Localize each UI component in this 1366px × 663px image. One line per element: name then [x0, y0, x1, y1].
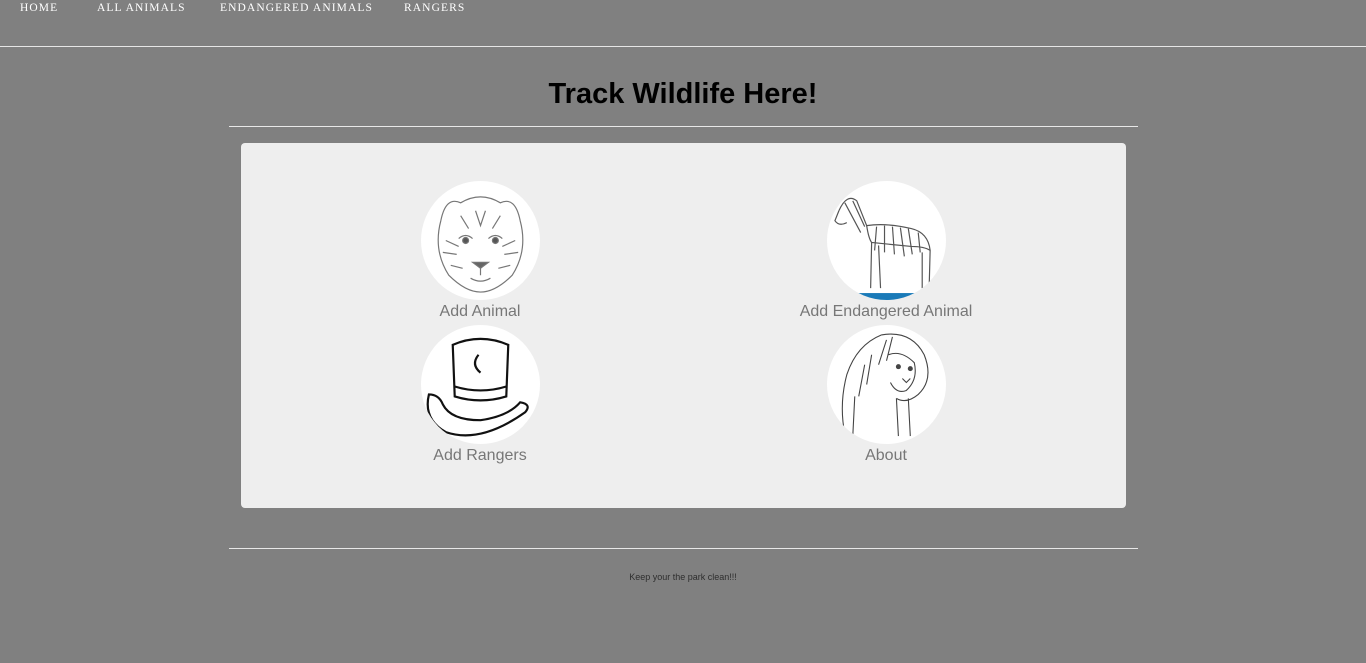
about-tile[interactable]: About: [736, 325, 1036, 465]
tiles-panel: Add Animal Add Endangered Animal Add Ran…: [241, 143, 1126, 508]
add-rangers-tile[interactable]: Add Rangers: [330, 325, 630, 465]
add-animal-label[interactable]: Add Animal: [330, 303, 630, 321]
add-rangers-label[interactable]: Add Rangers: [330, 447, 630, 465]
nav-endangered-animals[interactable]: ENDANGERED ANIMALS: [220, 2, 373, 14]
add-endangered-animal-tile[interactable]: Add Endangered Animal: [736, 181, 1036, 321]
title-divider: [229, 126, 1138, 127]
nav-all-animals[interactable]: ALL ANIMALS: [97, 2, 186, 14]
lion-icon[interactable]: [826, 325, 946, 444]
add-animal-tile[interactable]: Add Animal: [330, 181, 630, 321]
nav-rangers[interactable]: RANGERS: [404, 2, 465, 14]
page-title: Track Wildlife Here!: [548, 78, 818, 110]
nav-home[interactable]: HOME: [20, 2, 58, 14]
cowboy-hat-icon[interactable]: [420, 325, 540, 444]
top-nav: HOME ALL ANIMALS ENDANGERED ANIMALS RANG…: [0, 0, 1366, 47]
about-label[interactable]: About: [736, 447, 1036, 465]
footer-divider: [229, 548, 1138, 549]
tiger-icon[interactable]: [420, 181, 540, 300]
zebra-icon[interactable]: [826, 181, 946, 300]
add-endangered-animal-label[interactable]: Add Endangered Animal: [736, 303, 1036, 321]
footer-text: Keep your the park clean!!!: [629, 572, 737, 582]
